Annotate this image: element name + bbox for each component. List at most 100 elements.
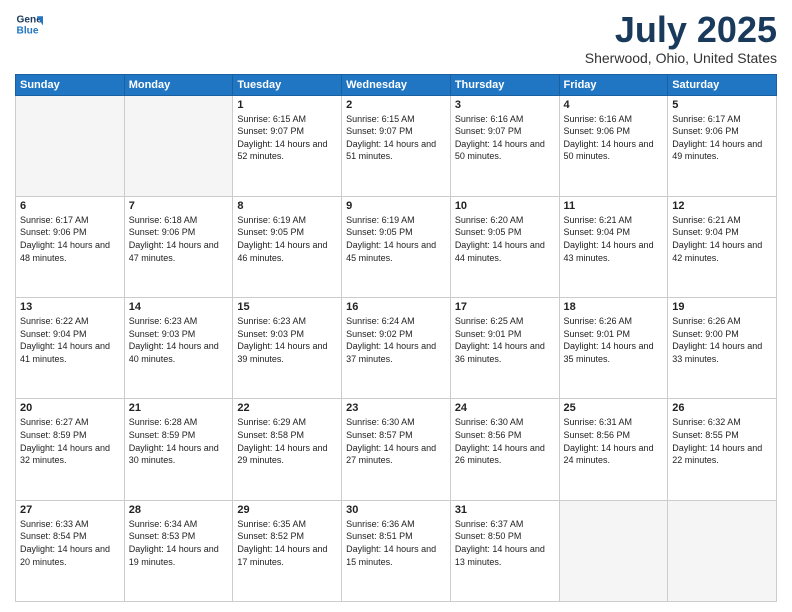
day-info: Sunrise: 6:23 AMSunset: 9:03 PMDaylight:…	[129, 315, 229, 365]
table-row: 16 Sunrise: 6:24 AMSunset: 9:02 PMDaylig…	[342, 298, 451, 399]
day-info: Sunrise: 6:20 AMSunset: 9:05 PMDaylight:…	[455, 214, 555, 264]
day-number: 2	[346, 99, 446, 111]
day-info: Sunrise: 6:37 AMSunset: 8:50 PMDaylight:…	[455, 518, 555, 568]
day-info: Sunrise: 6:28 AMSunset: 8:59 PMDaylight:…	[129, 416, 229, 466]
calendar-header-row: Sunday Monday Tuesday Wednesday Thursday…	[16, 74, 777, 95]
day-number: 26	[672, 402, 772, 414]
table-row	[124, 95, 233, 196]
table-row: 12 Sunrise: 6:21 AMSunset: 9:04 PMDaylig…	[668, 196, 777, 297]
logo: General Blue	[15, 10, 43, 38]
day-info: Sunrise: 6:26 AMSunset: 9:00 PMDaylight:…	[672, 315, 772, 365]
calendar-week-row: 6 Sunrise: 6:17 AMSunset: 9:06 PMDayligh…	[16, 196, 777, 297]
header: General Blue July 2025 Sherwood, Ohio, U…	[15, 10, 777, 66]
day-info: Sunrise: 6:25 AMSunset: 9:01 PMDaylight:…	[455, 315, 555, 365]
col-friday: Friday	[559, 74, 668, 95]
col-tuesday: Tuesday	[233, 74, 342, 95]
day-number: 18	[564, 301, 664, 313]
table-row: 19 Sunrise: 6:26 AMSunset: 9:00 PMDaylig…	[668, 298, 777, 399]
day-number: 29	[237, 504, 337, 516]
table-row: 21 Sunrise: 6:28 AMSunset: 8:59 PMDaylig…	[124, 399, 233, 500]
day-info: Sunrise: 6:15 AMSunset: 9:07 PMDaylight:…	[237, 113, 337, 163]
col-thursday: Thursday	[450, 74, 559, 95]
day-number: 10	[455, 200, 555, 212]
svg-text:General: General	[17, 14, 43, 25]
table-row: 6 Sunrise: 6:17 AMSunset: 9:06 PMDayligh…	[16, 196, 125, 297]
col-sunday: Sunday	[16, 74, 125, 95]
col-saturday: Saturday	[668, 74, 777, 95]
table-row	[668, 500, 777, 601]
day-number: 31	[455, 504, 555, 516]
table-row: 15 Sunrise: 6:23 AMSunset: 9:03 PMDaylig…	[233, 298, 342, 399]
calendar-week-row: 20 Sunrise: 6:27 AMSunset: 8:59 PMDaylig…	[16, 399, 777, 500]
table-row: 5 Sunrise: 6:17 AMSunset: 9:06 PMDayligh…	[668, 95, 777, 196]
day-info: Sunrise: 6:31 AMSunset: 8:56 PMDaylight:…	[564, 416, 664, 466]
day-number: 11	[564, 200, 664, 212]
table-row: 28 Sunrise: 6:34 AMSunset: 8:53 PMDaylig…	[124, 500, 233, 601]
table-row: 14 Sunrise: 6:23 AMSunset: 9:03 PMDaylig…	[124, 298, 233, 399]
day-info: Sunrise: 6:17 AMSunset: 9:06 PMDaylight:…	[20, 214, 120, 264]
month-title: July 2025	[585, 10, 777, 50]
svg-text:Blue: Blue	[17, 25, 39, 36]
day-number: 21	[129, 402, 229, 414]
day-info: Sunrise: 6:21 AMSunset: 9:04 PMDaylight:…	[564, 214, 664, 264]
day-number: 23	[346, 402, 446, 414]
day-number: 24	[455, 402, 555, 414]
calendar-week-row: 27 Sunrise: 6:33 AMSunset: 8:54 PMDaylig…	[16, 500, 777, 601]
table-row: 3 Sunrise: 6:16 AMSunset: 9:07 PMDayligh…	[450, 95, 559, 196]
title-block: July 2025 Sherwood, Ohio, United States	[585, 10, 777, 66]
day-info: Sunrise: 6:15 AMSunset: 9:07 PMDaylight:…	[346, 113, 446, 163]
table-row: 4 Sunrise: 6:16 AMSunset: 9:06 PMDayligh…	[559, 95, 668, 196]
table-row: 20 Sunrise: 6:27 AMSunset: 8:59 PMDaylig…	[16, 399, 125, 500]
day-number: 17	[455, 301, 555, 313]
day-number: 9	[346, 200, 446, 212]
table-row: 29 Sunrise: 6:35 AMSunset: 8:52 PMDaylig…	[233, 500, 342, 601]
day-info: Sunrise: 6:22 AMSunset: 9:04 PMDaylight:…	[20, 315, 120, 365]
table-row: 17 Sunrise: 6:25 AMSunset: 9:01 PMDaylig…	[450, 298, 559, 399]
logo-icon: General Blue	[15, 10, 43, 38]
calendar-week-row: 1 Sunrise: 6:15 AMSunset: 9:07 PMDayligh…	[16, 95, 777, 196]
day-number: 16	[346, 301, 446, 313]
location-title: Sherwood, Ohio, United States	[585, 50, 777, 66]
day-info: Sunrise: 6:33 AMSunset: 8:54 PMDaylight:…	[20, 518, 120, 568]
table-row: 2 Sunrise: 6:15 AMSunset: 9:07 PMDayligh…	[342, 95, 451, 196]
table-row: 9 Sunrise: 6:19 AMSunset: 9:05 PMDayligh…	[342, 196, 451, 297]
calendar-week-row: 13 Sunrise: 6:22 AMSunset: 9:04 PMDaylig…	[16, 298, 777, 399]
table-row: 1 Sunrise: 6:15 AMSunset: 9:07 PMDayligh…	[233, 95, 342, 196]
table-row: 27 Sunrise: 6:33 AMSunset: 8:54 PMDaylig…	[16, 500, 125, 601]
day-number: 4	[564, 99, 664, 111]
day-info: Sunrise: 6:16 AMSunset: 9:06 PMDaylight:…	[564, 113, 664, 163]
day-info: Sunrise: 6:32 AMSunset: 8:55 PMDaylight:…	[672, 416, 772, 466]
table-row: 10 Sunrise: 6:20 AMSunset: 9:05 PMDaylig…	[450, 196, 559, 297]
table-row	[559, 500, 668, 601]
table-row: 7 Sunrise: 6:18 AMSunset: 9:06 PMDayligh…	[124, 196, 233, 297]
table-row: 8 Sunrise: 6:19 AMSunset: 9:05 PMDayligh…	[233, 196, 342, 297]
table-row: 13 Sunrise: 6:22 AMSunset: 9:04 PMDaylig…	[16, 298, 125, 399]
day-info: Sunrise: 6:34 AMSunset: 8:53 PMDaylight:…	[129, 518, 229, 568]
day-info: Sunrise: 6:30 AMSunset: 8:57 PMDaylight:…	[346, 416, 446, 466]
day-info: Sunrise: 6:16 AMSunset: 9:07 PMDaylight:…	[455, 113, 555, 163]
day-info: Sunrise: 6:17 AMSunset: 9:06 PMDaylight:…	[672, 113, 772, 163]
day-number: 3	[455, 99, 555, 111]
day-number: 1	[237, 99, 337, 111]
table-row: 22 Sunrise: 6:29 AMSunset: 8:58 PMDaylig…	[233, 399, 342, 500]
day-number: 20	[20, 402, 120, 414]
day-info: Sunrise: 6:21 AMSunset: 9:04 PMDaylight:…	[672, 214, 772, 264]
day-number: 25	[564, 402, 664, 414]
table-row	[16, 95, 125, 196]
day-number: 8	[237, 200, 337, 212]
table-row: 30 Sunrise: 6:36 AMSunset: 8:51 PMDaylig…	[342, 500, 451, 601]
day-number: 7	[129, 200, 229, 212]
day-number: 30	[346, 504, 446, 516]
day-number: 15	[237, 301, 337, 313]
day-info: Sunrise: 6:29 AMSunset: 8:58 PMDaylight:…	[237, 416, 337, 466]
day-number: 19	[672, 301, 772, 313]
table-row: 25 Sunrise: 6:31 AMSunset: 8:56 PMDaylig…	[559, 399, 668, 500]
day-info: Sunrise: 6:19 AMSunset: 9:05 PMDaylight:…	[237, 214, 337, 264]
day-info: Sunrise: 6:36 AMSunset: 8:51 PMDaylight:…	[346, 518, 446, 568]
table-row: 26 Sunrise: 6:32 AMSunset: 8:55 PMDaylig…	[668, 399, 777, 500]
day-number: 6	[20, 200, 120, 212]
day-info: Sunrise: 6:18 AMSunset: 9:06 PMDaylight:…	[129, 214, 229, 264]
day-number: 28	[129, 504, 229, 516]
day-number: 12	[672, 200, 772, 212]
day-info: Sunrise: 6:27 AMSunset: 8:59 PMDaylight:…	[20, 416, 120, 466]
